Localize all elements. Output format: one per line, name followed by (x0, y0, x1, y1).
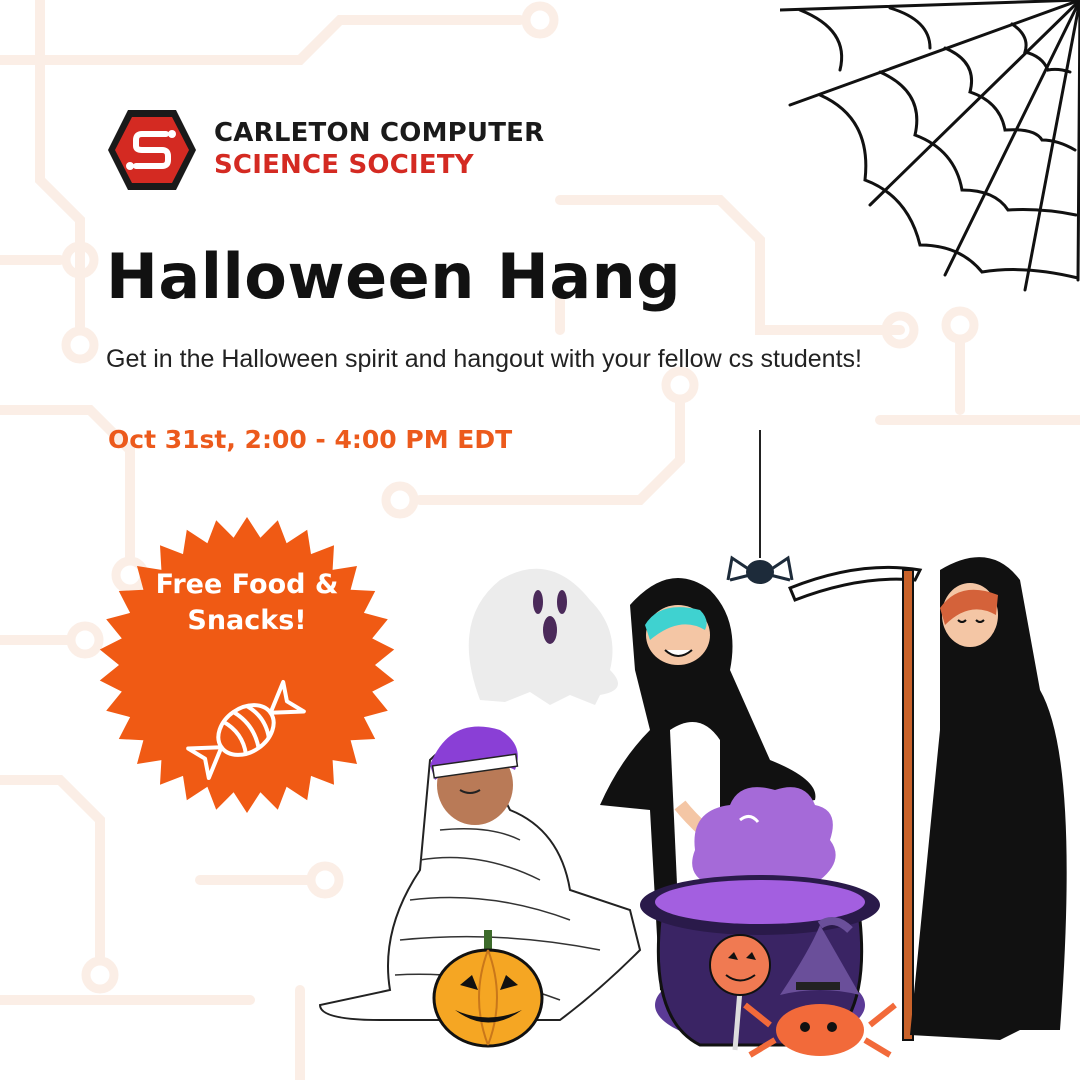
spider-icon (726, 430, 794, 584)
spider-web-illustration (780, 0, 1080, 292)
logo-line-1: CARLETON COMPUTER (214, 118, 545, 148)
halloween-scene-illustration (318, 430, 1067, 1058)
event-description: Get in the Halloween spirit and hangout … (106, 345, 862, 373)
logo-line-2: SCIENCE SOCIETY (214, 150, 474, 180)
hexagon-circuit-s-logo-icon (108, 110, 196, 190)
ghost-icon (468, 568, 618, 705)
logo: CARLETON COMPUTER SCIENCE SOCIETY (106, 108, 544, 192)
event-title: Halloween Hang (106, 240, 682, 313)
